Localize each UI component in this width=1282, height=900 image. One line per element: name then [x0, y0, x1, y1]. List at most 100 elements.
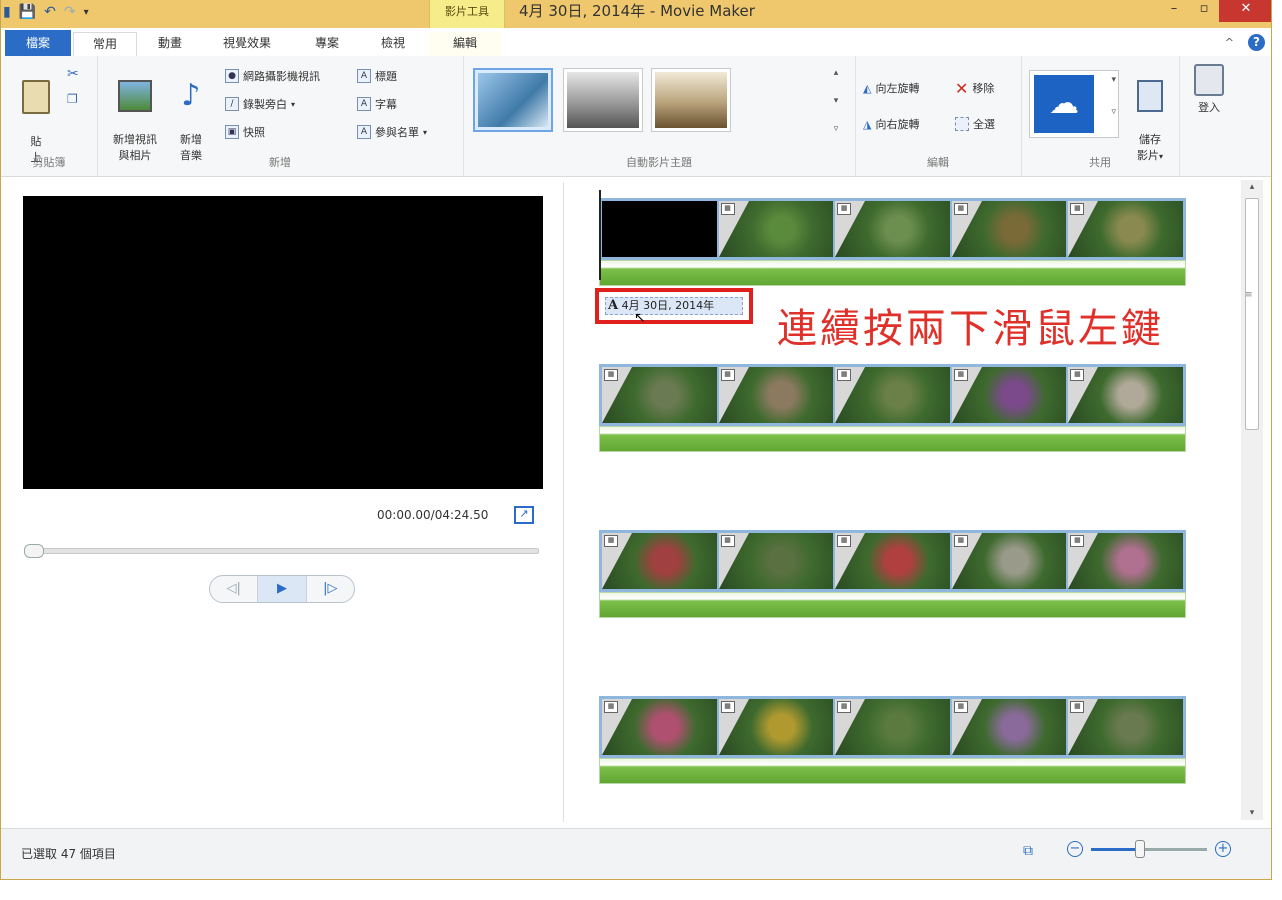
- cut-icon[interactable]: ✂: [67, 66, 79, 82]
- share-gallery[interactable]: ☁ ▾ ▿: [1029, 70, 1119, 138]
- tab-visual-effects[interactable]: 視覺效果: [209, 32, 285, 56]
- fullscreen-icon[interactable]: ↗: [514, 506, 534, 524]
- audio-track[interactable]: [599, 592, 1186, 618]
- photo-clip-icon: ▦: [1070, 535, 1085, 547]
- theme-black-white[interactable]: [563, 68, 643, 132]
- play-button[interactable]: ▶: [258, 576, 307, 602]
- title-button[interactable]: A 標題: [357, 66, 397, 86]
- video-clip[interactable]: ▦: [718, 699, 834, 755]
- select-all-button[interactable]: 全選: [955, 114, 995, 134]
- video-clip[interactable]: ▦: [718, 367, 834, 423]
- close-button[interactable]: ✕: [1219, 0, 1271, 22]
- caption-highlight: A 4月 30日, 2014年: [595, 288, 753, 324]
- remove-button[interactable]: ✕ 移除: [955, 78, 994, 98]
- video-clip[interactable]: ▦: [1068, 367, 1183, 423]
- video-clip[interactable]: ▦: [835, 699, 950, 755]
- audio-track[interactable]: [599, 426, 1186, 452]
- add-music-button[interactable]: ♪ 新增 音樂: [169, 64, 213, 164]
- themes-gallery-scroll[interactable]: ▴ ▾ ▿: [829, 68, 843, 134]
- pane-splitter[interactable]: [563, 182, 564, 822]
- tab-file[interactable]: 檔案: [5, 30, 71, 56]
- chevron-down-icon[interactable]: ▾: [1111, 75, 1116, 85]
- tab-project[interactable]: 專案: [299, 32, 355, 56]
- audio-track[interactable]: [599, 260, 1186, 286]
- copy-icon[interactable]: ❐: [67, 92, 78, 106]
- scroll-down-icon[interactable]: ▾: [1241, 808, 1263, 818]
- rotate-left-button[interactable]: ◭ 向左旋轉: [863, 78, 919, 98]
- audio-track[interactable]: [599, 758, 1186, 784]
- video-clip[interactable]: ▦: [835, 533, 950, 589]
- seek-thumb[interactable]: [24, 544, 44, 558]
- zoom-control: − +: [1067, 839, 1231, 858]
- caption-item[interactable]: A 4月 30日, 2014年: [605, 297, 743, 315]
- seek-bar[interactable]: [24, 544, 539, 558]
- tab-view[interactable]: 檢視: [365, 32, 421, 56]
- help-icon[interactable]: ?: [1248, 34, 1265, 51]
- theme-sepia[interactable]: [651, 68, 731, 132]
- video-clip[interactable]: ▦: [602, 699, 717, 755]
- video-clip[interactable]: ▦: [951, 699, 1067, 755]
- rotate-left-label: 向左旋轉: [875, 82, 920, 95]
- zoom-in-button[interactable]: +: [1215, 841, 1231, 857]
- video-clip[interactable]: ▦: [602, 533, 717, 589]
- video-clip[interactable]: ▦: [835, 367, 950, 423]
- theme-contemporary[interactable]: [473, 68, 553, 132]
- remove-icon: ✕: [955, 78, 969, 98]
- sign-in-button[interactable]: 登入: [1187, 64, 1231, 116]
- user-icon: [1194, 64, 1224, 96]
- tab-home[interactable]: 常用: [73, 32, 137, 58]
- video-clip[interactable]: ▦: [951, 367, 1067, 423]
- video-clip[interactable]: ▦: [602, 367, 717, 423]
- storyboard-scrollbar[interactable]: ▴ ≡ ▾: [1241, 180, 1263, 820]
- chevron-up-icon[interactable]: ▴: [829, 68, 843, 78]
- scrollbar-thumb[interactable]: [1245, 198, 1259, 430]
- caption-type-icon: A: [608, 298, 619, 313]
- scroll-up-icon[interactable]: ▴: [1241, 182, 1263, 192]
- video-clip[interactable]: ▦: [1068, 533, 1183, 589]
- onedrive-icon[interactable]: ☁: [1034, 75, 1094, 133]
- collapse-ribbon-icon[interactable]: ^: [1225, 36, 1234, 49]
- next-frame-button[interactable]: |▷: [307, 576, 354, 602]
- webcam-video-button[interactable]: ● 網路攝影機視訊: [225, 66, 320, 86]
- tab-edit[interactable]: 編輯: [429, 32, 501, 56]
- paste-button[interactable]: 貼 上: [15, 64, 57, 166]
- video-clip[interactable]: ▦: [1068, 699, 1183, 755]
- credits-button[interactable]: A 參與名單 ▾: [357, 122, 427, 142]
- video-preview[interactable]: [23, 196, 543, 489]
- video-clip[interactable]: ▦: [1068, 201, 1183, 257]
- video-clip[interactable]: ▦: [718, 201, 834, 257]
- video-clip[interactable]: [602, 201, 717, 257]
- storyboard-view-icon[interactable]: ⧉: [1023, 843, 1033, 859]
- minimize-button[interactable]: –: [1159, 0, 1189, 22]
- video-clip[interactable]: ▦: [951, 533, 1067, 589]
- snapshot-icon: ▣: [225, 125, 239, 139]
- caption-button[interactable]: A 字幕: [357, 94, 397, 114]
- timecode: 00:00.00/04:24.50: [377, 508, 489, 522]
- previous-frame-button[interactable]: ◁|: [210, 576, 259, 602]
- rotate-right-icon: ◮: [863, 117, 872, 131]
- video-clip[interactable]: ▦: [951, 201, 1067, 257]
- photo-clip-icon: ▦: [720, 701, 735, 713]
- playback-controls: ◁| ▶ |▷: [209, 575, 355, 603]
- record-narration-button[interactable]: / 錄製旁白 ▾: [225, 94, 295, 114]
- add-video-photo-button[interactable]: 新增視訊 與相片: [103, 64, 167, 164]
- movie-maker-window: ▮ 💾 ↶ ↷ ▾ 影片工具 4月 30日, 2014年 - Movie Mak…: [0, 0, 1272, 880]
- video-clip[interactable]: ▦: [835, 201, 950, 257]
- title-bar: ▮ 💾 ↶ ↷ ▾ 影片工具 4月 30日, 2014年 - Movie Mak…: [1, 0, 1271, 28]
- rotate-right-button[interactable]: ◮ 向右旋轉: [863, 114, 919, 134]
- zoom-slider-thumb[interactable]: [1135, 839, 1145, 858]
- zoom-out-button[interactable]: −: [1067, 841, 1083, 857]
- playhead[interactable]: [599, 190, 601, 280]
- gallery-more-icon[interactable]: ▿: [1111, 107, 1116, 117]
- chevron-down-icon[interactable]: ▾: [829, 96, 843, 106]
- zoom-slider[interactable]: [1091, 839, 1207, 858]
- gallery-more-icon[interactable]: ▿: [829, 124, 843, 134]
- group-account: 登入: [1179, 56, 1239, 176]
- snapshot-button[interactable]: ▣ 快照: [225, 122, 265, 142]
- ribbon: 貼 上 ✂ ❐ 剪貼簿 新增視訊 與相片 ♪ 新增 音樂 ● 網路攝影機視訊 / 錄…: [1, 56, 1271, 177]
- tab-animations[interactable]: 動畫: [143, 32, 197, 56]
- save-movie-button[interactable]: 儲存 影片▾: [1125, 64, 1175, 165]
- selection-status: 已選取 47 個項目: [21, 847, 116, 861]
- video-clip[interactable]: ▦: [718, 533, 834, 589]
- maximize-button[interactable]: ▫: [1189, 0, 1219, 22]
